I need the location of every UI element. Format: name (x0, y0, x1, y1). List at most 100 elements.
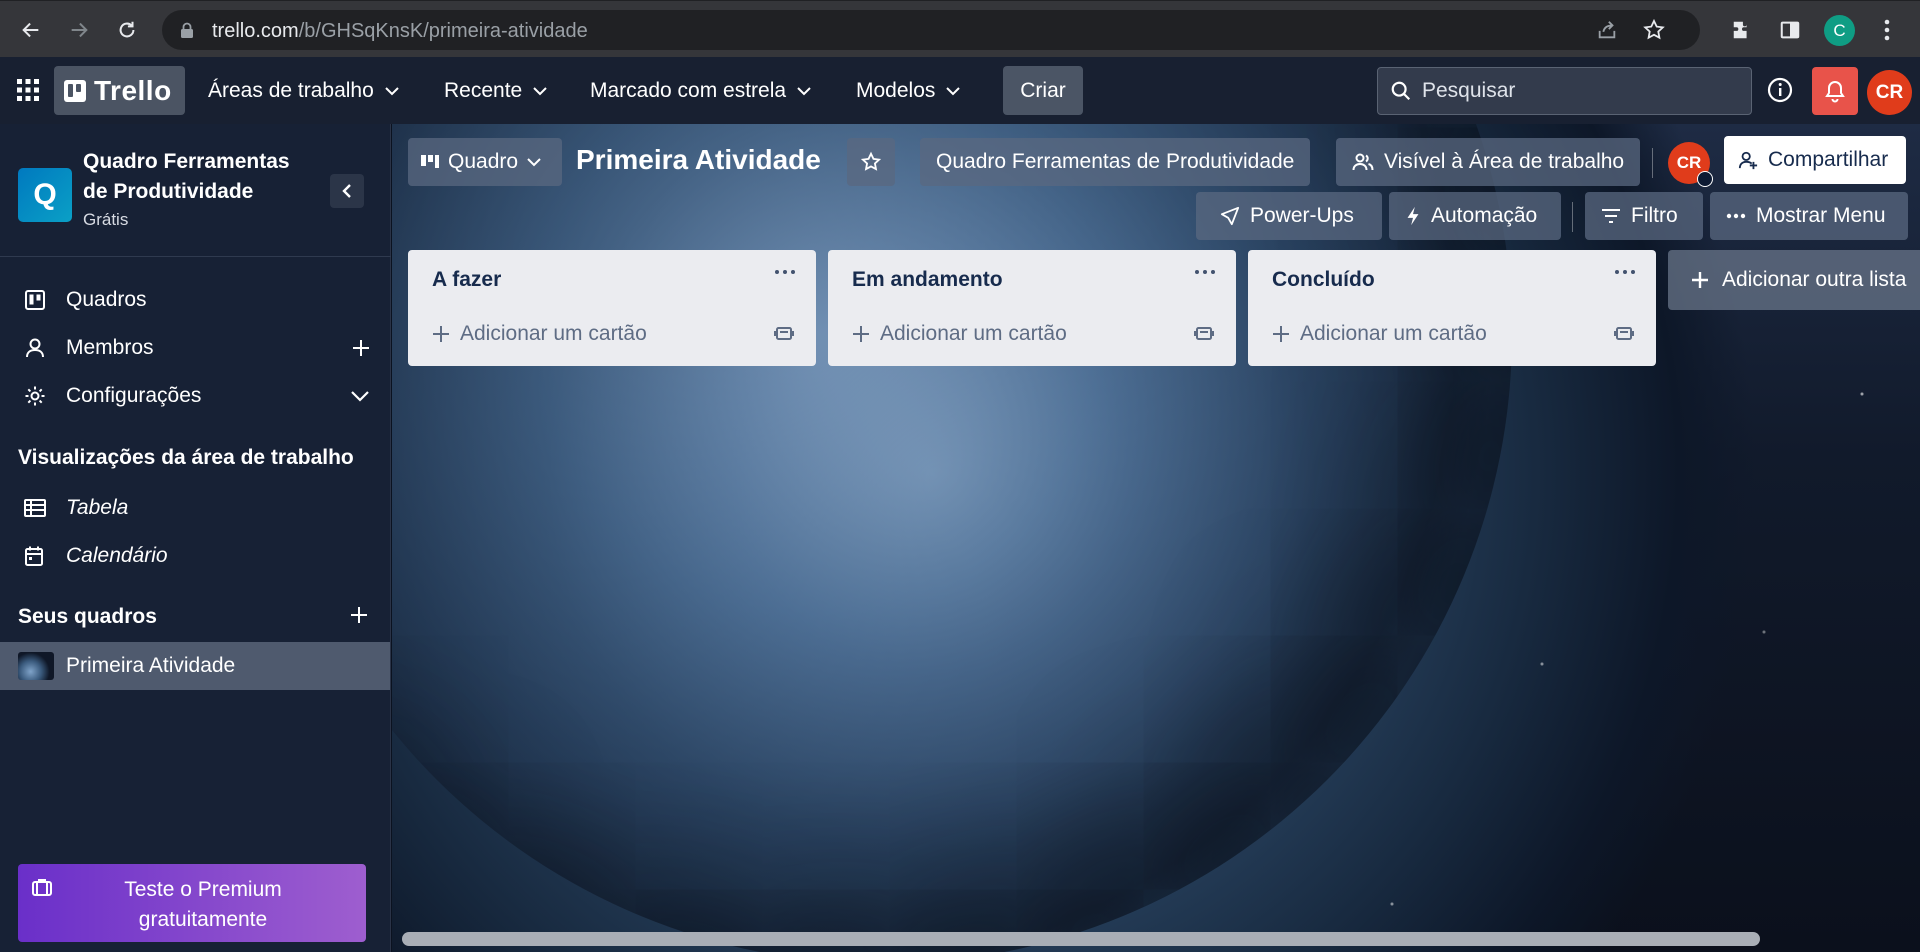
list-concluido: Concluído Adicionar um cartão (1248, 250, 1656, 366)
add-card-button[interactable]: Adicionar um cartão (432, 322, 647, 346)
chevron-left-icon (342, 184, 351, 198)
add-member-icon[interactable] (350, 337, 372, 359)
trello-logo[interactable]: Trello (54, 66, 185, 115)
add-list-button[interactable]: Adicionar outra lista (1668, 250, 1920, 310)
sidebar-item-label: Membros (66, 336, 154, 359)
lightning-icon (1407, 206, 1419, 226)
logo-text: Trello (94, 74, 172, 106)
app-header: Trello Áreas de trabalho Recente Marcado… (0, 57, 1920, 124)
board-member-avatar[interactable]: CR (1668, 142, 1713, 187)
list-title[interactable]: Em andamento (852, 268, 1003, 292)
board-title[interactable]: Primeira Atividade (576, 144, 821, 176)
board-canvas: Quadro Primeira Atividade Quadro Ferrame… (392, 124, 1920, 952)
extensions-button[interactable] (1725, 13, 1759, 47)
card-template-icon[interactable] (1614, 324, 1634, 342)
nav-workspaces[interactable]: Áreas de trabalho (200, 66, 408, 115)
nav-label: Modelos (856, 78, 936, 102)
background-earth (392, 124, 1512, 952)
list-menu-icon[interactable] (1614, 268, 1636, 276)
reload-icon (119, 21, 135, 38)
sidebar-item-settings[interactable]: Configurações (0, 372, 391, 420)
board-view-switcher[interactable]: Quadro (408, 138, 562, 186)
more-icon (1726, 213, 1746, 219)
app-switcher-icon[interactable] (16, 78, 40, 102)
board-icon (25, 290, 45, 310)
collapse-sidebar-button[interactable] (330, 174, 364, 208)
side-panel-button[interactable] (1773, 13, 1807, 47)
sidebar: Q Quadro Ferramentas de Produtividade Gr… (0, 124, 391, 952)
visibility-label: Visível à Área de trabalho (1384, 150, 1625, 173)
trello-logo-icon (64, 79, 86, 102)
create-button[interactable]: Criar (1003, 66, 1083, 115)
share-label: Compartilhar (1768, 148, 1889, 171)
browser-menu-button[interactable] (1870, 13, 1904, 47)
reload-button[interactable] (110, 13, 144, 47)
user-avatar[interactable]: CR (1867, 70, 1912, 115)
gear-icon (25, 386, 45, 406)
search-input[interactable]: Pesquisar (1377, 67, 1752, 115)
add-card-button[interactable]: Adicionar um cartão (1272, 322, 1487, 346)
visibility-button[interactable]: Visível à Área de trabalho (1336, 138, 1641, 186)
nav-templates[interactable]: Modelos (848, 66, 969, 115)
share-button[interactable]: Compartilhar (1724, 136, 1906, 184)
add-card-label: Adicionar um cartão (460, 322, 647, 345)
address-bar[interactable]: trello.com/b/GHSqKnsK/primeira-atividade (162, 10, 1700, 50)
person-icon (26, 338, 44, 358)
powerups-button[interactable]: Power-Ups (1196, 192, 1382, 240)
add-card-button[interactable]: Adicionar um cartão (852, 322, 1067, 346)
back-button[interactable] (14, 13, 48, 47)
bookmark-star-icon[interactable] (1642, 18, 1666, 42)
premium-trial-button[interactable]: Teste o Premium gratuitamente (18, 864, 366, 942)
card-template-icon[interactable] (1194, 324, 1214, 342)
briefcase-icon (32, 879, 52, 896)
list-title[interactable]: Concluído (1272, 268, 1375, 292)
browser-toolbar: trello.com/b/GHSqKnsK/primeira-atividade… (0, 0, 1920, 57)
filter-button[interactable]: Filtro (1585, 192, 1703, 240)
automation-button[interactable]: Automação (1389, 192, 1561, 240)
plus-icon (433, 326, 449, 342)
sidebar-item-boards[interactable]: Quadros (0, 276, 391, 324)
list-a-fazer: A fazer Adicionar um cartão (408, 250, 816, 366)
workspace-button[interactable]: Quadro Ferramentas de Produtividade (920, 138, 1311, 186)
side-panel-icon (1780, 21, 1800, 39)
sidebar-item-calendar[interactable]: Calendário (0, 532, 391, 580)
automation-label: Automação (1431, 204, 1538, 227)
chevron-down-icon[interactable] (350, 390, 370, 402)
star-board-button[interactable] (847, 138, 895, 186)
plus-icon (1692, 272, 1708, 288)
powerups-label: Power-Ups (1250, 204, 1354, 227)
table-icon (24, 499, 46, 517)
sidebar-item-members[interactable]: Membros (0, 324, 391, 372)
kebab-menu-icon (1884, 19, 1890, 41)
chevron-down-icon (533, 86, 547, 95)
list-menu-icon[interactable] (774, 268, 796, 276)
card-template-icon[interactable] (774, 324, 794, 342)
share-page-icon[interactable] (1596, 19, 1618, 41)
list-title[interactable]: A fazer (432, 268, 501, 292)
plus-icon (1273, 326, 1289, 342)
notifications-button[interactable] (1812, 67, 1858, 115)
show-menu-button[interactable]: Mostrar Menu (1710, 192, 1908, 240)
horizontal-scrollbar[interactable] (402, 932, 1760, 946)
browser-profile-avatar[interactable]: C (1824, 15, 1855, 46)
list-menu-icon[interactable] (1194, 268, 1216, 276)
nav-recent[interactable]: Recente (436, 66, 556, 115)
sidebar-board-item[interactable]: Primeira Atividade (0, 642, 390, 690)
plus-icon (853, 326, 869, 342)
nav-starred[interactable]: Marcado com estrela (582, 66, 820, 115)
admin-badge (1697, 171, 1713, 187)
filter-icon (1602, 209, 1620, 223)
nav-label: Marcado com estrela (590, 78, 787, 102)
add-list-label: Adicionar outra lista (1722, 268, 1907, 291)
sidebar-item-label: Quadros (66, 288, 147, 311)
sidebar-item-table[interactable]: Tabela (0, 484, 391, 532)
workspace-name[interactable]: Quadro Ferramentas de Produtividade (83, 147, 313, 207)
filter-label: Filtro (1631, 204, 1678, 227)
info-icon[interactable] (1765, 75, 1795, 105)
chevron-down-icon (797, 86, 811, 95)
workspace-logo: Q (18, 168, 72, 222)
forward-button[interactable] (62, 13, 96, 47)
boards-section-title: Seus quadros (18, 605, 157, 628)
nav-label: Áreas de trabalho (208, 78, 374, 102)
add-board-icon[interactable] (348, 604, 370, 626)
